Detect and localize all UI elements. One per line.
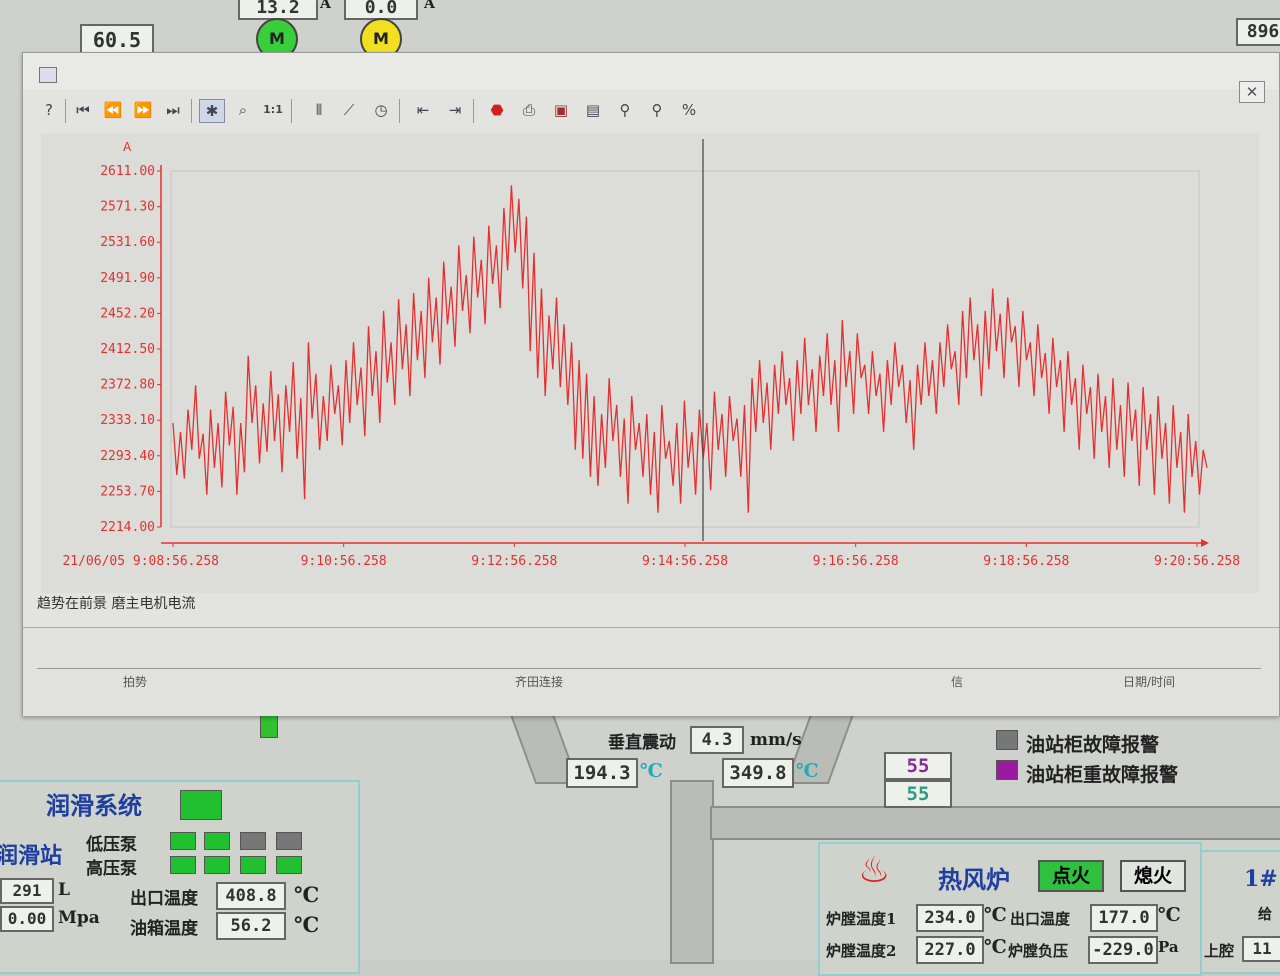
alarm-label-2: 油站柜重故障报警	[1026, 764, 1179, 786]
temp-right-value: 349.8	[722, 758, 794, 788]
column-header[interactable]: 日期/时间	[1123, 673, 1175, 691]
chamber-temp1-unit: ℃	[984, 904, 1007, 926]
temp-right-unit: ℃	[796, 760, 819, 782]
right-panel-label-a: 给	[1258, 907, 1272, 923]
alarm-label-1: 油站柜故障报警	[1026, 734, 1160, 756]
current-a-value: 13.2	[238, 0, 318, 20]
y-tick-label: 2412.50	[100, 342, 155, 357]
y-tick-label: 2491.90	[100, 271, 155, 286]
pump-led	[204, 832, 230, 850]
pump-led	[170, 832, 196, 850]
hot-air-outlet-value: 177.0	[1090, 904, 1158, 932]
pump-led	[204, 856, 230, 874]
y-tick-label: 2253.70	[100, 484, 155, 499]
pump-led	[240, 856, 266, 874]
pipe-horizontal	[710, 806, 1280, 840]
y-tick-label: 2372.80	[100, 378, 155, 393]
y-tick-label: 2452.20	[100, 306, 155, 321]
plot-frame	[170, 170, 1200, 528]
pressure-value: 0.00	[0, 906, 54, 932]
vertical-vibration-label: 垂直震动	[608, 733, 676, 753]
tank-temp-label: 油箱温度	[130, 919, 198, 939]
chamber-temp1-label: 炉膛温度1	[826, 910, 897, 928]
alarm-led-2	[996, 760, 1018, 780]
outlet-temp-label: 出口温度	[130, 889, 198, 909]
level-unit: L	[58, 880, 70, 900]
low-pump-label: 低压泵	[86, 835, 137, 855]
x-tick-label: 9:18:56.258	[983, 554, 1069, 569]
unit-b-label: A	[424, 0, 435, 12]
trend-chart[interactable]: A 2611.00 2571.30 2531.60 2491.90 2452.20 2412…	[23, 53, 1279, 593]
lubrication-station-label: 润滑站	[0, 843, 63, 869]
x-tick-label: 9:20:56.258	[1154, 554, 1240, 569]
y-axis-unit: A	[123, 140, 132, 154]
pump-led	[276, 856, 302, 874]
extinguish-button[interactable]: 熄火	[1120, 860, 1186, 892]
flame-icon: ♨	[858, 850, 891, 891]
pipe-vertical	[670, 780, 714, 964]
x-axis-arrow	[1201, 539, 1209, 547]
lubrication-title: 润滑系统	[46, 791, 142, 820]
unit-a-label: A	[320, 0, 331, 12]
high-pump-label: 高压泵	[86, 859, 137, 879]
tank-temp-unit: ℃	[294, 912, 320, 937]
vibration-unit: mm/s	[750, 730, 802, 750]
x-tick-label: 21/06/05 9:08:56.258	[62, 554, 219, 569]
x-tick-label: 9:16:56.258	[813, 554, 899, 569]
x-tick-label: 9:14:56.258	[642, 554, 728, 569]
outlet-temp-unit: ℃	[294, 882, 320, 907]
lower-panel	[23, 627, 1279, 716]
pressure-unit: Mpa	[58, 908, 100, 928]
chamber-temp1-value: 234.0	[916, 904, 984, 932]
status-bar: 趋势在前景 磨主电机电流	[37, 593, 1267, 615]
pump-led	[276, 832, 302, 850]
column-header[interactable]: 信	[951, 673, 963, 691]
right-top-value: 896	[1236, 18, 1280, 46]
temp-left-value: 194.3	[566, 758, 638, 788]
x-tick-label: 9:10:56.258	[301, 554, 387, 569]
right-panel-label-b: 上腔	[1204, 942, 1235, 960]
y-tick-label: 2333.10	[100, 413, 155, 428]
outlet-temp-value: 408.8	[216, 882, 286, 910]
hot-air-title: 热风炉	[938, 865, 1010, 894]
temp-left-unit: ℃	[640, 760, 663, 782]
lower-divider	[37, 668, 1261, 669]
column-header[interactable]: 拍势	[123, 673, 147, 691]
right-panel-value: 11	[1242, 936, 1280, 962]
hot-air-outlet-label: 出口温度	[1010, 910, 1071, 928]
vertical-vibration-value: 4.3	[690, 726, 744, 754]
chamber-pressure-label: 炉膛负压	[1008, 942, 1069, 960]
ignite-button[interactable]: 点火	[1038, 860, 1104, 892]
y-tick-label: 2611.00	[100, 164, 155, 179]
level-value: 291	[0, 878, 54, 904]
right-panel-title: 1#	[1244, 866, 1278, 892]
purple-value-2: 55	[884, 780, 952, 808]
y-tick-label: 2214.00	[100, 520, 155, 535]
lubrication-status-led	[180, 790, 222, 820]
hot-air-outlet-unit: ℃	[1158, 904, 1181, 926]
pump-led	[240, 832, 266, 850]
column-header[interactable]: 齐田连接	[515, 673, 563, 691]
pump-led	[170, 856, 196, 874]
status-text: 趋势在前景 磨主电机电流	[37, 596, 196, 612]
y-tick-label: 2571.30	[100, 200, 155, 215]
series-line	[172, 185, 1208, 513]
tank-temp-value: 56.2	[216, 912, 286, 940]
chamber-pressure-unit: Pa	[1158, 938, 1179, 956]
y-tick-label: 2531.60	[100, 235, 155, 250]
chamber-temp2-label: 炉膛温度2	[826, 942, 897, 960]
chamber-temp2-unit: ℃	[984, 936, 1007, 958]
current-b-value: 0.0	[344, 0, 418, 20]
x-tick-label: 9:12:56.258	[471, 554, 557, 569]
y-tick-label: 2293.40	[100, 449, 155, 464]
trend-window: ✕ ? ⏮ ⏪ ⏩ ⏭ ✱ ⌕ 1:1 ⫴ ⟋ ◷ ⇤ ⇥ ⬣ ⎙ ▣ ▤ ⚲ …	[22, 52, 1280, 716]
alarm-led-1	[996, 730, 1018, 750]
purple-value-1: 55	[884, 752, 952, 780]
